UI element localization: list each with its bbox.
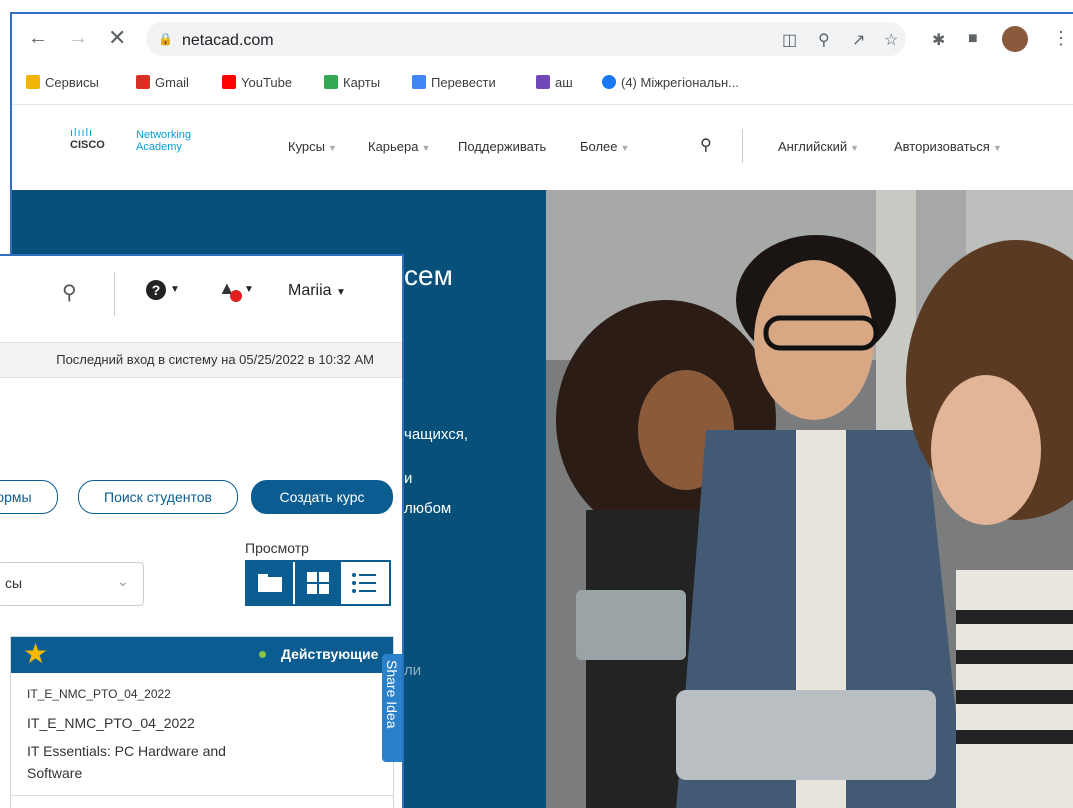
cisco-logo[interactable]: ılıılı CISCO — [70, 127, 105, 151]
course-card-header: ★ Действующие — [11, 637, 393, 673]
caret-down-icon: ▼ — [421, 143, 431, 153]
site-search-icon[interactable]: ⚲ — [700, 135, 712, 155]
grid-icon — [307, 572, 329, 594]
share-idea-label: Share Idea — [384, 660, 400, 729]
bookmarks-bar: Сервисы Gmail YouTube Карты Перевести аш… — [12, 64, 1073, 104]
status-badge: Действующие — [281, 646, 379, 662]
sidepanel-icon[interactable]: ■ — [968, 30, 978, 48]
favorite-star-icon[interactable]: ★ — [23, 639, 48, 669]
course-card[interactable]: ★ Действующие IT_E_NMC_PTO_04_2022 IT_E_… — [10, 636, 394, 808]
hero-text-fragment: и — [404, 470, 413, 487]
caret-down-icon: ▼ — [992, 143, 1002, 153]
bookmark-maps[interactable]: Карты — [324, 75, 380, 90]
zoom-icon[interactable]: ⚲ — [818, 30, 830, 50]
netacad-app-window: ⚲ ? ▼ ▲ ▼ Mariia ▼ Последний вход в сист… — [0, 254, 404, 808]
card-divider — [11, 795, 393, 796]
grid-view-button[interactable] — [293, 562, 341, 604]
nav-more[interactable]: Более ▼ — [580, 139, 629, 154]
status-dot — [259, 651, 266, 658]
cisco-wordmark: CISCO — [70, 139, 105, 151]
folder-view-button[interactable] — [247, 562, 293, 604]
course-code-small: IT_E_NMC_PTO_04_2022 — [27, 687, 171, 701]
nav-career[interactable]: Карьера ▼ — [368, 139, 430, 154]
caret-down-icon: ▼ — [620, 143, 630, 153]
academy-logo-text: Networking Academy — [136, 129, 192, 153]
translate-icon — [412, 75, 426, 89]
course-title-line2[interactable]: Software — [27, 765, 82, 781]
close-icon[interactable]: ✕ — [108, 27, 126, 49]
share-icon[interactable]: ↗ — [852, 30, 865, 50]
select-value: сы — [5, 575, 23, 591]
user-menu[interactable]: Mariia ▼ — [288, 282, 346, 300]
language-select[interactable]: Английский ▼ — [778, 139, 859, 154]
translate-icon[interactable]: ◫ — [782, 30, 797, 50]
forward-icon[interactable]: → — [68, 28, 88, 48]
lock-icon[interactable]: 🔒 — [158, 32, 173, 46]
caret-down-icon[interactable]: ▼ — [170, 284, 180, 295]
caret-down-icon: ▼ — [336, 287, 346, 298]
hero-text-fragment: чащихся, — [404, 426, 468, 443]
hero-heading-fragment: сем — [404, 260, 453, 291]
hero-photo — [546, 190, 1073, 808]
header-divider — [742, 129, 743, 163]
notification-dot — [230, 290, 242, 302]
search-icon[interactable]: ⚲ — [62, 280, 77, 305]
avatar[interactable] — [1002, 26, 1028, 52]
hero-text-fragment: любом — [404, 500, 452, 517]
forms-button[interactable]: ормы — [0, 480, 58, 514]
site-header: ılıılı CISCO Networking Academy Курсы ▼ К… — [12, 104, 1073, 191]
bookmark-ash[interactable]: аш — [536, 75, 573, 90]
extensions-icon[interactable]: ✱ — [932, 30, 945, 50]
caret-down-icon[interactable]: ▼ — [244, 284, 254, 295]
course-code[interactable]: IT_E_NMC_PTO_04_2022 — [27, 715, 195, 731]
bookmark-services[interactable]: Сервисы — [26, 75, 99, 90]
students-photo — [546, 190, 1073, 808]
youtube-icon — [222, 75, 236, 89]
last-login-text: Последний вход в систему на 05/25/2022 в… — [56, 352, 374, 367]
course-title-line1[interactable]: IT Essentials: PC Hardware and — [27, 743, 226, 759]
facebook-icon — [602, 75, 616, 89]
login-menu[interactable]: Авторизоваться ▼ — [894, 139, 1002, 154]
header-divider — [114, 272, 115, 316]
last-login-bar: Последний вход в систему на 05/25/2022 в… — [0, 342, 402, 378]
nav-support[interactable]: Поддерживать — [458, 139, 546, 154]
maps-icon — [324, 75, 338, 89]
list-icon — [536, 75, 550, 89]
bookmark-gmail[interactable]: Gmail — [136, 75, 189, 90]
caret-down-icon: ▼ — [850, 143, 860, 153]
app-header: ⚲ ? ▼ ▲ ▼ Mariia ▼ — [0, 256, 402, 336]
chevron-down-icon: ⌄ — [117, 573, 129, 589]
nav-courses[interactable]: Курсы ▼ — [288, 139, 337, 154]
bookmark-facebook[interactable]: (4) Міжрегіональн... — [602, 75, 739, 90]
view-toggle — [245, 560, 391, 606]
url-text[interactable]: netacad.com — [182, 32, 274, 50]
caret-down-icon: ▼ — [328, 143, 337, 153]
bookmark-youtube[interactable]: YouTube — [222, 75, 292, 90]
list-view-button[interactable] — [341, 562, 387, 604]
help-icon[interactable]: ? — [146, 280, 166, 300]
cisco-bars-icon: ılıılı — [70, 127, 94, 139]
hero-text-fragment: ли — [404, 662, 422, 679]
bookmark-translate[interactable]: Перевести — [412, 75, 496, 90]
view-label: Просмотр — [245, 540, 309, 556]
course-filter-select[interactable]: сы ⌄ — [0, 562, 144, 606]
search-students-button[interactable]: Поиск студентов — [78, 480, 238, 514]
gmail-icon — [136, 75, 150, 89]
apps-grid-icon — [26, 75, 40, 89]
list-icon — [352, 573, 376, 593]
star-icon[interactable]: ☆ — [884, 30, 898, 50]
share-idea-tab[interactable]: Share Idea — [382, 654, 402, 762]
create-course-button[interactable]: Создать курс — [251, 480, 393, 514]
menu-icon[interactable]: ⋮ — [1052, 28, 1070, 49]
back-icon[interactable]: ← — [28, 28, 48, 48]
folder-icon — [258, 574, 282, 592]
address-bar-row: ← → ✕ 🔒 netacad.com ◫ ⚲ ↗ ☆ ✱ ■ ⋮ — [12, 14, 1073, 64]
